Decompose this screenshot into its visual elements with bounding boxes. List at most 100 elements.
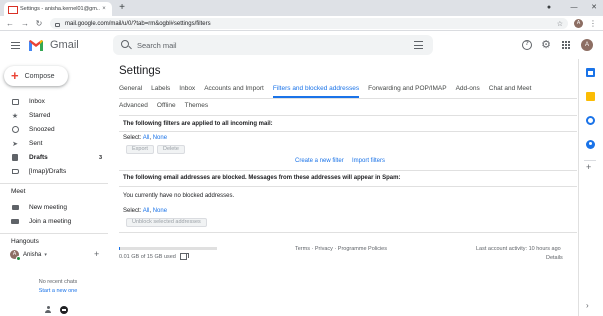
tab-close-icon[interactable]: × [100, 6, 108, 12]
reload-icon[interactable]: ↻ [34, 18, 44, 29]
select-all-link[interactable]: All [143, 135, 150, 141]
page-title: Settings [119, 65, 161, 77]
url-text: mail.google.com/mail/u/0/?tab=rm&ogbl#se… [65, 20, 211, 27]
minimize-icon[interactable]: — [568, 2, 580, 14]
tab-inbox[interactable]: Inbox [179, 84, 195, 98]
section-divider [119, 186, 577, 187]
tab-chat-and-meet[interactable]: Chat and Meet [489, 84, 532, 98]
select-none-link[interactable]: None [153, 208, 167, 214]
get-addons-plus-icon[interactable]: + [586, 163, 591, 172]
address-bar[interactable]: mail.google.com/mail/u/0/?tab=rm&ogbl#se… [50, 18, 568, 29]
main-menu-icon[interactable] [11, 42, 20, 49]
hangouts-section-title: Hangouts [11, 238, 39, 245]
meet-section-title: Meet [11, 188, 26, 195]
window-close-icon[interactable]: ✕ [588, 2, 600, 14]
filters-select-row: Select: All, None [123, 135, 168, 141]
search-icon[interactable] [121, 40, 129, 48]
sidebar-item-sent[interactable]: ➤ Sent [0, 137, 108, 150]
compose-plus-icon: + [11, 68, 19, 83]
keep-notes-icon[interactable] [586, 92, 595, 101]
person-icon[interactable] [44, 306, 52, 314]
gear-icon[interactable]: ⚙ [541, 40, 551, 51]
inbox-icon [11, 98, 19, 106]
sidebar-item-label: Snoozed [29, 126, 55, 133]
sidebar-item-starred[interactable]: ★ Starred [0, 109, 108, 122]
meet-item-label: Join a meeting [29, 218, 72, 225]
new-tab-button[interactable]: + [116, 2, 128, 14]
tab-forwarding-pop-imap[interactable]: Forwarding and POP/IMAP [368, 84, 446, 98]
storage-bar-fill [119, 247, 120, 250]
hangouts-avatar: A [10, 250, 21, 261]
details-link[interactable]: Details [546, 255, 563, 261]
sidebar-item-drafts[interactable]: Drafts 3 [0, 151, 108, 164]
contacts-icon[interactable] [586, 140, 595, 149]
hangouts-user[interactable]: A Anisha ▾ [10, 250, 47, 261]
hangouts-user-name: Anisha [23, 251, 42, 258]
draft-file-icon [11, 154, 19, 162]
label-icon [11, 168, 19, 176]
delete-button[interactable]: Delete [157, 145, 185, 154]
tasks-icon[interactable] [586, 116, 595, 125]
tab-offline[interactable]: Offline [157, 101, 176, 115]
account-avatar[interactable]: A [581, 39, 593, 51]
tab-accounts-and-import[interactable]: Accounts and Import [204, 84, 264, 98]
new-conversation-plus-icon[interactable]: + [94, 250, 99, 259]
export-button[interactable]: Export [126, 145, 154, 154]
star-icon: ★ [11, 112, 19, 120]
tab-labels[interactable]: Labels [151, 84, 170, 98]
start-new-chat-link[interactable]: Start a new one [0, 288, 116, 294]
storage-bar [119, 247, 217, 250]
tab-filters-and-blocked-addresses[interactable]: Filters and blocked addresses [272, 84, 360, 98]
gmail-logo-icon[interactable] [28, 39, 44, 51]
gmail-wordmark[interactable]: Gmail [50, 39, 79, 51]
select-none-link[interactable]: None [153, 135, 167, 141]
chevron-down-icon[interactable]: ▾ [44, 252, 47, 258]
tab-add-ons[interactable]: Add-ons [456, 84, 480, 98]
search-options-icon[interactable] [414, 41, 423, 49]
tab-advanced[interactable]: Advanced [119, 101, 148, 115]
storage-usage-text: 0.01 GB of 15 GB used [119, 254, 176, 260]
import-filters-link[interactable]: Import filters [352, 158, 385, 164]
section-divider [119, 232, 577, 233]
compose-label: Compose [24, 72, 55, 80]
footer-links[interactable]: Terms · Privacy · Programme Policies [295, 246, 387, 252]
browser-toolbar: ← → ↻ mail.google.com/mail/u/0/?tab=rm&o… [0, 16, 603, 31]
tab-themes[interactable]: Themes [185, 101, 208, 115]
search-bar[interactable] [113, 35, 433, 55]
sidebar-item-snoozed[interactable]: Snoozed [0, 123, 108, 136]
tabs-divider [119, 115, 577, 116]
sidebar-item-label: Inbox [29, 98, 45, 105]
sidebar-item-label: Drafts [29, 154, 48, 161]
blocked-heading: The following email addresses are blocke… [123, 175, 401, 181]
tab-general[interactable]: General [119, 84, 142, 98]
chevron-right-icon[interactable]: › [586, 302, 589, 310]
keyboard-icon [11, 218, 19, 226]
join-meeting-item[interactable]: Join a meeting [0, 215, 108, 228]
select-all-link[interactable]: All [143, 208, 150, 214]
help-icon[interactable]: ? [522, 40, 532, 50]
browser-menu-icon[interactable]: ⋮ [589, 18, 597, 29]
minimize-dot-icon[interactable]: ● [543, 2, 555, 14]
search-input[interactable] [137, 39, 407, 51]
unblock-selected-button[interactable]: Unblock selected addresses [126, 218, 207, 227]
back-arrow-icon[interactable]: ← [5, 18, 15, 29]
video-camera-icon [11, 204, 19, 212]
sidebar-item-inbox[interactable]: Inbox [0, 95, 108, 108]
no-blocked-text: You currently have no blocked addresses. [123, 193, 235, 199]
apps-grid-icon[interactable] [561, 40, 571, 50]
settings-tabs-row-1: General Labels Inbox Accounts and Import… [119, 84, 540, 98]
browser-profile-avatar[interactable]: A [574, 19, 583, 28]
bookmark-star-icon[interactable]: ☆ [557, 20, 563, 28]
browser-tab[interactable]: Settings - anisha.kernel01@gm... × [4, 2, 112, 16]
sidebar-item-imap-drafts[interactable]: [Imap]/Drafts [0, 165, 108, 178]
compose-button[interactable]: + Compose [4, 66, 68, 86]
select-label: Select: [123, 208, 142, 214]
calendar-icon[interactable] [586, 68, 595, 77]
external-link-icon[interactable] [180, 253, 189, 260]
create-filter-link[interactable]: Create a new filter [295, 158, 344, 164]
new-meeting-item[interactable]: New meeting [0, 201, 108, 214]
send-icon: ➤ [12, 140, 18, 148]
sidebar-item-label: [Imap]/Drafts [29, 168, 67, 175]
forward-arrow-icon[interactable]: → [20, 18, 30, 29]
chat-bubble-icon[interactable] [60, 306, 68, 314]
